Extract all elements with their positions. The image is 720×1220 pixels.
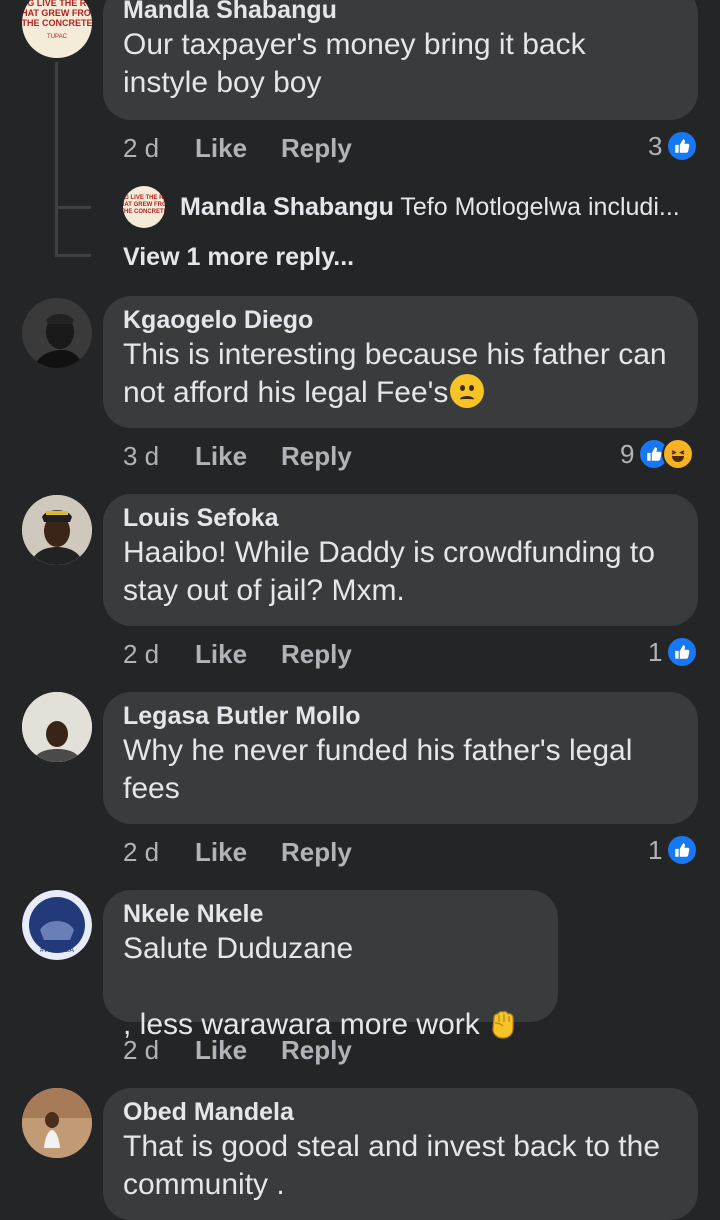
comment-text: Why he never funded his father's legal f…: [123, 734, 633, 805]
avatar[interactable]: [22, 495, 92, 565]
reply-button[interactable]: Reply: [281, 639, 352, 670]
like-button[interactable]: Like: [195, 133, 281, 164]
avatar[interactable]: [22, 692, 92, 762]
haha-icon: [662, 438, 695, 470]
comment-actions: 2 d Like Reply: [123, 634, 352, 674]
svg-text:NG LIVE THE RO: NG LIVE THE RO: [22, 0, 92, 8]
reply-avatar[interactable]: NG LIVE THE RO THAT GREW FROM THE CONCRE…: [123, 186, 165, 228]
comment-bubble[interactable]: Legasa Butler Mollo Why he never funded …: [103, 692, 698, 824]
svg-text:THAT GREW FROM: THAT GREW FROM: [22, 8, 92, 18]
svg-text:NG LIVE THE RO: NG LIVE THE RO: [123, 195, 165, 201]
raised-fist-icon: [486, 968, 520, 1050]
comment-actions: 2 d Like Reply: [123, 128, 352, 168]
reaction-count: 9: [620, 438, 635, 469]
like-icon: [666, 834, 699, 866]
comment-author[interactable]: Kgaogelo Diego: [123, 304, 678, 336]
avatar[interactable]: NG LIVE THE RO THAT GREW FROM THE CONCRE…: [22, 0, 92, 58]
thread-branch: [55, 206, 91, 209]
confused-face-icon: [450, 374, 485, 408]
like-icon: [666, 636, 699, 668]
reply-button[interactable]: Reply: [281, 133, 352, 164]
comment-author[interactable]: Obed Mandela: [123, 1096, 678, 1128]
thread-branch-2: [55, 254, 91, 257]
comment-time[interactable]: 2 d: [123, 133, 195, 164]
svg-text:TUPAC: TUPAC: [47, 34, 68, 40]
like-icon: [666, 130, 699, 162]
comment-author[interactable]: Mandla Shabangu: [123, 0, 678, 26]
reply-text: Tefo Motlogelwa includi...: [400, 193, 680, 221]
thread-line: [55, 62, 58, 208]
reaction-summary[interactable]: 1: [648, 632, 699, 672]
comment-text: This is interesting because his father c…: [123, 336, 678, 412]
comment-actions: 3 d Like Reply: [123, 436, 352, 476]
comment-text-body: This is interesting because his father c…: [123, 338, 667, 409]
reaction-summary[interactable]: 1: [648, 830, 699, 870]
reply-button[interactable]: Reply: [281, 441, 352, 472]
comment-bubble[interactable]: Obed Mandela That is good steal and inve…: [103, 1088, 698, 1220]
reply-button[interactable]: Reply: [281, 1035, 352, 1066]
comment-bubble[interactable]: Mandla Shabangu Our taxpayer's money bri…: [103, 0, 698, 120]
comment-actions: 2 d Like Reply: [123, 1030, 352, 1070]
reaction-summary[interactable]: 3: [648, 126, 699, 166]
comment-time[interactable]: 3 d: [123, 441, 195, 472]
reaction-count: 1: [648, 834, 663, 865]
comment-text: Haaibo! While Daddy is crowdfunding to s…: [123, 536, 655, 607]
avatar-caption: #WeAreZA: [40, 947, 74, 954]
avatar[interactable]: [22, 298, 92, 368]
comment-time[interactable]: 2 d: [123, 1035, 195, 1066]
svg-text:THE CONCRETE: THE CONCRETE: [22, 18, 92, 28]
comment-bubble[interactable]: Louis Sefoka Haaibo! While Daddy is crow…: [103, 494, 698, 626]
like-button[interactable]: Like: [195, 837, 281, 868]
reaction-count: 1: [648, 636, 663, 667]
view-more-replies[interactable]: View 1 more reply...: [123, 240, 354, 274]
comment-text-body: Salute Duduzane , less warawara more wor…: [123, 932, 480, 1041]
reply-button[interactable]: Reply: [281, 837, 352, 868]
like-button[interactable]: Like: [195, 441, 281, 472]
like-button[interactable]: Like: [195, 1035, 281, 1066]
comment-time[interactable]: 2 d: [123, 639, 195, 670]
comment-text: Our taxpayer's money bring it back insty…: [123, 28, 586, 99]
comment-bubble[interactable]: Kgaogelo Diego This is interesting becau…: [103, 296, 698, 428]
comment-author[interactable]: Nkele Nkele: [123, 898, 538, 930]
like-button[interactable]: Like: [195, 639, 281, 670]
comment-author[interactable]: Legasa Butler Mollo: [123, 700, 678, 732]
reaction-summary[interactable]: 9: [620, 434, 695, 474]
comment-time[interactable]: 2 d: [123, 837, 195, 868]
svg-text:THE CONCRETE: THE CONCRETE: [123, 209, 165, 215]
avatar[interactable]: [22, 1088, 92, 1158]
svg-text:THAT GREW FROM: THAT GREW FROM: [123, 202, 165, 208]
comment-bubble[interactable]: Nkele Nkele Salute Duduzane , less waraw…: [103, 890, 558, 1041]
comment-author[interactable]: Louis Sefoka: [123, 502, 678, 534]
reply-preview[interactable]: Mandla Shabangu Tefo Motlogelwa includi.…: [180, 190, 680, 224]
reply-author: Mandla Shabangu: [180, 193, 394, 221]
avatar[interactable]: #WeAreZA: [22, 890, 92, 960]
comment-text: That is good steal and invest back to th…: [123, 1130, 660, 1201]
thread-line-2: [55, 206, 58, 254]
comment-actions: 2 d Like Reply: [123, 832, 352, 872]
reaction-count: 3: [648, 130, 663, 161]
